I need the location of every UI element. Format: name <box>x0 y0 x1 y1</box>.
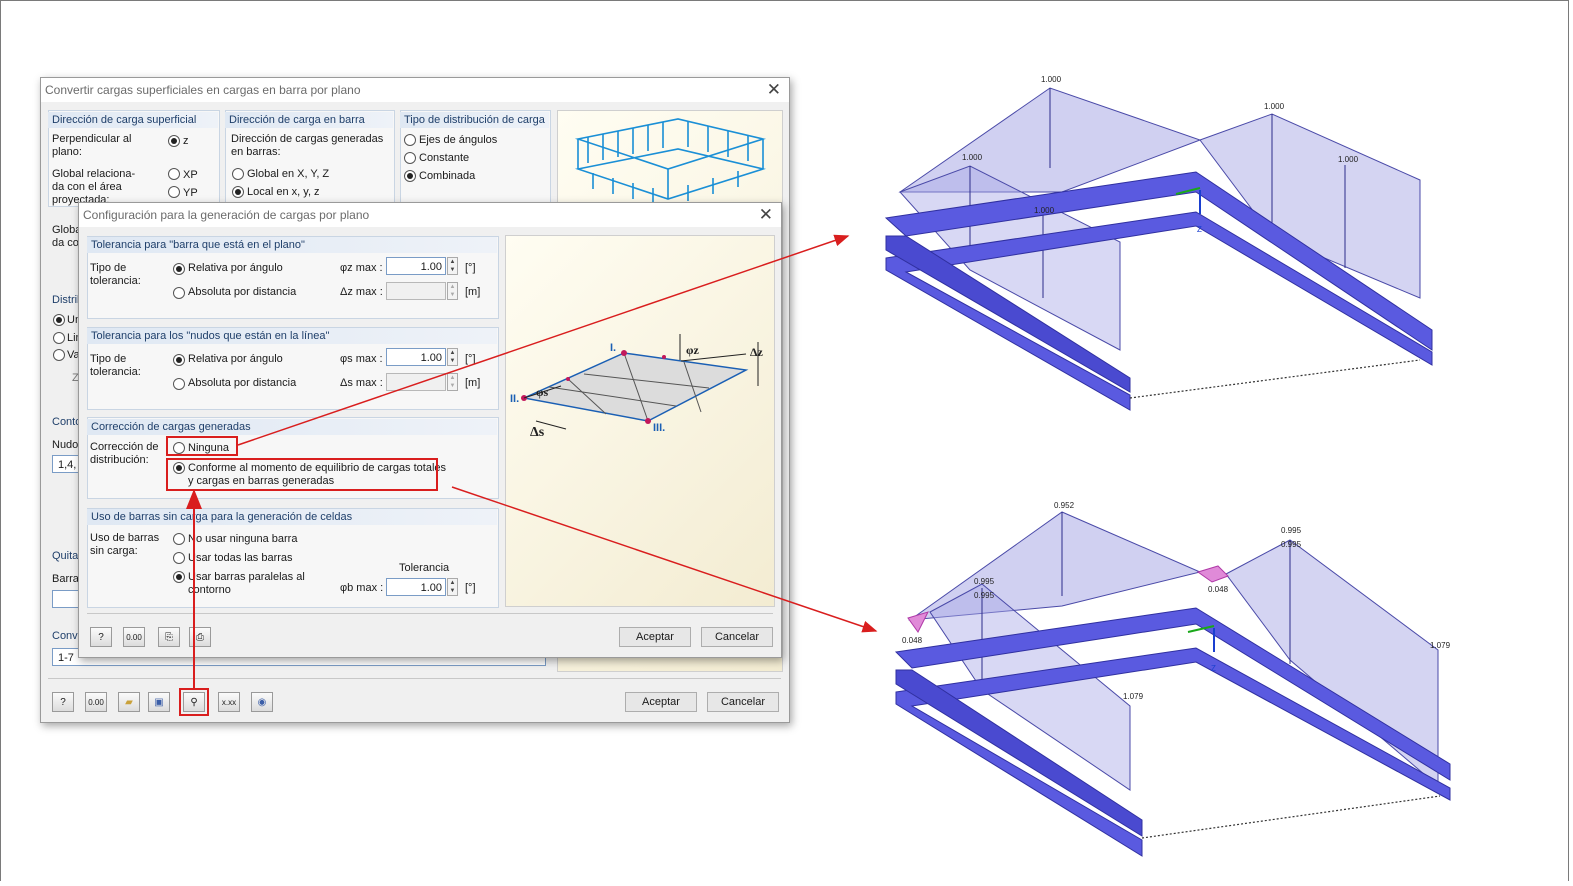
top-model: 1.000 1.000 1.000 1.000 1.000 Z <box>884 75 1433 411</box>
bottom-load-value-2: 0.995 <box>1281 526 1302 535</box>
top-load-value-3: 1.000 <box>962 153 983 162</box>
top-load-value-1: 1.000 <box>1041 75 1062 84</box>
top-load-value-4: 1.000 <box>1338 155 1359 164</box>
bottom-load-value-1: 0.952 <box>1054 501 1075 510</box>
bottom-model: 0.952 0.995 0.995 0.995 0.995 0.048 0.04… <box>894 501 1451 857</box>
top-load-value-2: 1.000 <box>1264 102 1285 111</box>
bottom-load-value-5: 0.995 <box>974 591 995 600</box>
bottom-load-value-6: 0.048 <box>1208 585 1229 594</box>
arrow-to-top-model <box>237 234 850 446</box>
top-load-value-5: 1.000 <box>1034 206 1055 215</box>
top-axis-z: Z <box>1197 225 1202 234</box>
arrow-to-bottom-model <box>451 486 878 633</box>
bottom-load-value-8: 1.079 <box>1430 641 1451 650</box>
bottom-load-value-4: 0.995 <box>974 577 995 586</box>
bottom-load-value-3: 0.995 <box>1281 540 1302 549</box>
annotation-and-model-layer: 1.000 1.000 1.000 1.000 1.000 Z 0.952 0.… <box>186 75 1451 857</box>
bottom-axis-z: Z <box>1211 664 1216 673</box>
bottom-load-value-7: 0.048 <box>902 636 923 645</box>
bottom-load-value-9: 1.079 <box>1123 692 1144 701</box>
